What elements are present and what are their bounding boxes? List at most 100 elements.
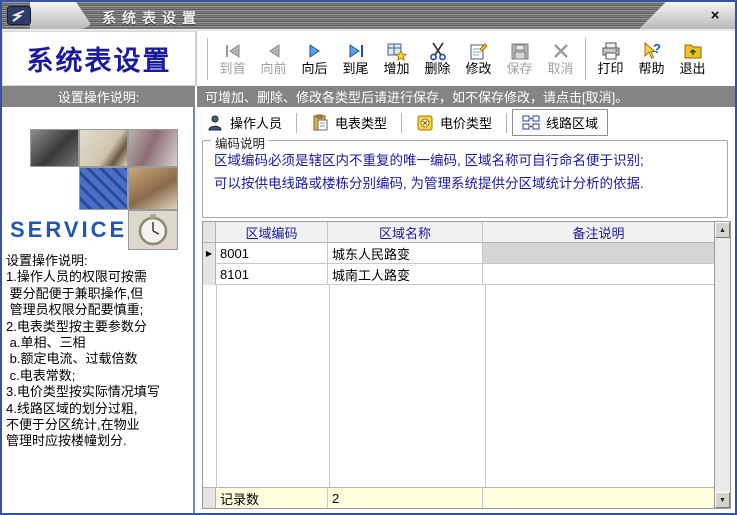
edit-record-button[interactable]: 修改 (458, 34, 499, 84)
tab-operators[interactable]: 操作人员 (197, 110, 291, 135)
exit-folder-icon (682, 41, 704, 61)
prev-arrow-icon (263, 41, 285, 61)
instruction-line: c.电表常数; (6, 368, 193, 384)
sidebar: SERVICE 设置操作说明: 1.操作人员的权限可按需 要分配便于兼职操作,但… (2, 107, 195, 513)
cell-remark[interactable] (483, 264, 714, 285)
row-selector-cell (203, 264, 216, 285)
instruction-line: 设置操作说明: (6, 253, 193, 269)
record-count-value: 2 (328, 488, 483, 508)
instruction-line: 管理时应按楼幢划分. (6, 433, 193, 449)
last-record-icon (345, 41, 367, 61)
caption-strip-row: 设置操作说明: 可增加、删除、修改各类型后请进行保存，如不保存修改，请点击[取消… (2, 86, 735, 107)
printer-icon (600, 41, 622, 61)
delete-record-button[interactable]: 删除 (417, 34, 458, 84)
region-diagram-icon (522, 114, 540, 132)
scissors-icon (427, 41, 449, 61)
prev-record-button[interactable]: 向前 (253, 34, 294, 84)
footer-selector-cell (203, 488, 216, 508)
cell-region-name[interactable]: 城南工人路变 (328, 264, 483, 285)
window-title: 系统表设置 (102, 8, 202, 28)
cancel-button[interactable]: 取消 (540, 34, 581, 84)
instruction-line: 2.电表类型按主要参数分 (6, 319, 193, 335)
next-arrow-icon (304, 41, 326, 61)
instruction-line: a.单相、三相 (6, 335, 193, 351)
close-button[interactable]: × (705, 6, 725, 25)
print-button[interactable]: 打印 (590, 34, 631, 84)
coding-note-groupbox: 编码说明 区域编码必须是辖区内不重复的唯一编码, 区域名称可自行命名便于识别; … (202, 140, 728, 218)
vertical-scrollbar[interactable]: ▲ ▼ (714, 222, 730, 508)
toolbar-row: 系统表设置 到首 向前 向后 到尾 增加 (2, 31, 735, 86)
titlebar-swoosh-left (30, 2, 94, 29)
first-record-icon (222, 41, 244, 61)
tab-separator (401, 113, 402, 133)
instructions-text: 设置操作说明: 1.操作人员的权限可按需 要分配便于兼职操作,但 管理员权限分配… (6, 253, 193, 450)
svg-text:?: ? (653, 41, 661, 56)
column-header-region-name[interactable]: 区域名称 (328, 222, 483, 243)
coding-note-line: 可以按供电线路或楼栋分别编码, 为管理系统提供分区域统计分析的依据. (203, 172, 727, 195)
service-banner: SERVICE (10, 217, 127, 243)
pocket-watch-photo (128, 210, 178, 250)
first-record-button[interactable]: 到首 (212, 34, 253, 84)
help-cursor-icon: ? (641, 41, 663, 61)
price-book-icon (416, 114, 434, 132)
tab-line-regions[interactable]: 线路区域 (512, 109, 608, 136)
cancel-x-icon (550, 41, 572, 61)
grid-row-8101[interactable]: 8101 城南工人路变 (203, 264, 714, 285)
selector-header-cell (203, 222, 216, 243)
column-header-remark[interactable]: 备注说明 (483, 222, 714, 243)
current-row-marker: ▶ (203, 243, 216, 264)
instruction-line: b.额定电流、过载倍数 (6, 351, 193, 367)
instruction-line: 4.线路区域的划分过粗, (6, 401, 193, 417)
grid-footer-row: 记录数 2 (203, 487, 714, 508)
sidebar-caption: 设置操作说明: (2, 86, 195, 107)
scroll-up-button[interactable]: ▲ (715, 222, 730, 238)
cell-region-code[interactable]: 8101 (216, 264, 328, 285)
tab-separator (296, 113, 297, 133)
app-logo-icon (7, 6, 31, 25)
column-header-region-code[interactable]: 区域编码 (216, 222, 328, 243)
exit-button[interactable]: 退出 (672, 34, 713, 84)
record-count-label: 记录数 (216, 488, 328, 508)
add-record-icon (386, 41, 408, 61)
tab-meter-types[interactable]: 电表类型 (302, 110, 396, 135)
tab-separator (506, 113, 507, 133)
instruction-line: 1.操作人员的权限可按需 (6, 269, 193, 285)
pen-photo (79, 129, 128, 167)
toolbar: 到首 向前 向后 到尾 增加 删除 (197, 31, 735, 86)
groupbox-title: 编码说明 (211, 133, 269, 152)
grid-row-8001[interactable]: ▶ 8001 城东人民路变 (203, 243, 714, 264)
cell-remark[interactable] (483, 243, 714, 264)
instruction-line: 3.电价类型按实际情况填写 (6, 384, 193, 400)
region-grid: 区域编码 区域名称 备注说明 ▶ 8001 城东人民路变 8101 城南工人路变 (202, 221, 731, 509)
title-bar: 系统表设置 × (2, 2, 735, 31)
instruction-line: 管理员权限分配要慎重; (6, 302, 193, 318)
page-title: 系统表设置 (27, 39, 172, 78)
next-record-button[interactable]: 向后 (294, 34, 335, 84)
footer-remark-cell (483, 488, 714, 508)
tools-photo (128, 129, 178, 167)
tab-price-types[interactable]: 电价类型 (407, 110, 501, 135)
cell-region-name[interactable]: 城东人民路变 (328, 243, 483, 264)
app-window: 系统表设置 × 系统表设置 到首 向前 向后 到尾 (0, 0, 737, 515)
app-title-panel: 系统表设置 (2, 31, 197, 86)
grid-header-row: 区域编码 区域名称 备注说明 (203, 222, 714, 243)
clipboard-icon (311, 114, 329, 132)
main-panel: 操作人员 电表类型 电价类型 线路区域 (195, 107, 735, 513)
cell-region-code[interactable]: 8001 (216, 243, 328, 264)
edit-note-icon (468, 41, 490, 61)
last-record-button[interactable]: 到尾 (335, 34, 376, 84)
toolbar-separator (207, 38, 208, 80)
add-record-button[interactable]: 增加 (376, 34, 417, 84)
grid-empty-area[interactable] (203, 285, 714, 487)
toolbar-separator (585, 38, 586, 80)
help-button[interactable]: ? 帮助 (631, 34, 672, 84)
hint-message: 可增加、删除、修改各类型后请进行保存，如不保存修改，请点击[取消]。 (197, 86, 735, 107)
scroll-down-button[interactable]: ▼ (715, 492, 730, 508)
tab-bar: 操作人员 电表类型 电价类型 线路区域 (197, 109, 733, 136)
instruction-line: 不便于分区统计,在物业 (6, 417, 193, 433)
watch-face (136, 213, 170, 247)
person-icon (206, 114, 224, 132)
glasses-photo (128, 167, 178, 210)
coding-note-line: 区域编码必须是辖区内不重复的唯一编码, 区域名称可自行命名便于识别; (203, 149, 727, 172)
save-button[interactable]: 保存 (499, 34, 540, 84)
